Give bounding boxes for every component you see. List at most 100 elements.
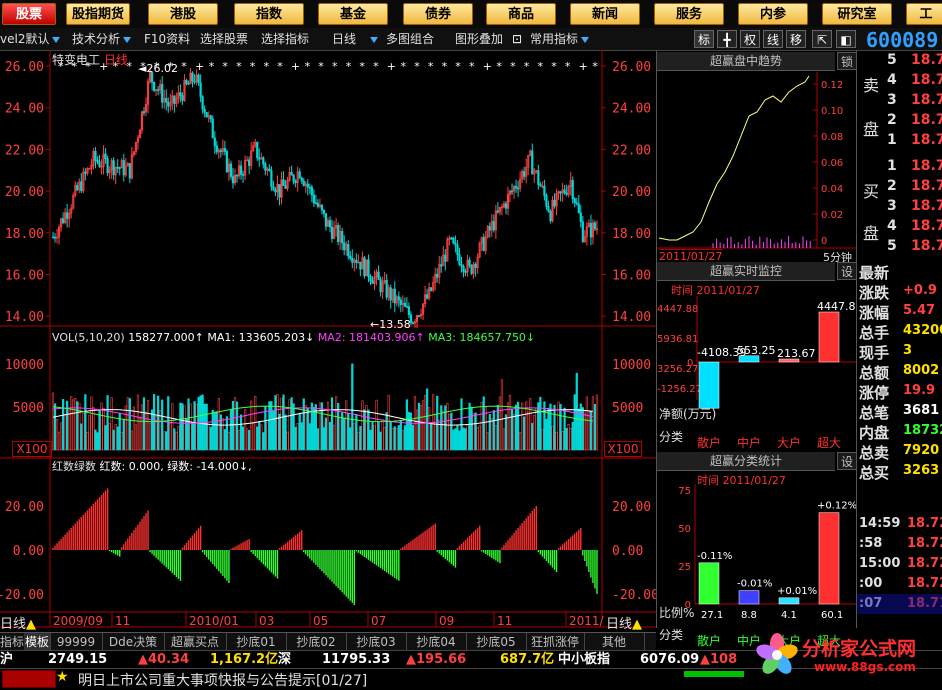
split-view-icon[interactable]: ◧ [836, 30, 856, 48]
volume-bar [304, 404, 307, 451]
buy-level: 1 [887, 158, 897, 174]
tab-0[interactable]: 指标 [0, 633, 25, 651]
candle-body [430, 287, 433, 291]
signal-marker: * [318, 60, 324, 73]
toolbar-overlay[interactable]: 图形叠加 [455, 30, 503, 48]
volume-bar [401, 430, 404, 451]
candle-body [510, 190, 514, 193]
menu-commodities[interactable]: 商品 [486, 3, 556, 25]
toolbar-common-indicators[interactable]: 常用指标 [530, 30, 590, 48]
volume-bar [411, 424, 415, 451]
menu-services[interactable]: 服务 [654, 3, 724, 25]
stats-settings-tab[interactable]: 设 [837, 452, 857, 470]
menu-bonds[interactable]: 债券 [403, 3, 473, 25]
candle-body [589, 223, 593, 238]
candle-body [369, 276, 372, 282]
dropdown-icon [581, 36, 590, 43]
toolbar-select-indicator[interactable]: 选择指标 [261, 30, 309, 48]
volume-bar [187, 398, 190, 451]
toolbar-multi-chart[interactable]: 多图组合 [386, 30, 434, 48]
quote-field-label: 总手 [859, 324, 890, 342]
trend-tick: 0.06 [821, 158, 843, 169]
toolbar-tech-analysis[interactable]: 技术分析 [72, 30, 132, 48]
candle-body [571, 180, 574, 199]
menu-indices[interactable]: 指数 [234, 3, 304, 25]
tab-2[interactable]: 99999 [50, 633, 103, 651]
sell-price: 18.7 [911, 112, 942, 128]
volume-bar [373, 425, 376, 451]
tab-6[interactable]: 抄底02 [286, 633, 347, 651]
news-headline[interactable]: 明日上市公司重大事项快报与公告提示[01/27] [78, 670, 367, 690]
trend-lock-tab[interactable]: 锁 [837, 52, 857, 70]
toolbar-period[interactable]: 日线 [332, 30, 379, 48]
trend-panel-title[interactable]: 超赢盘中趋势 [657, 52, 835, 71]
signal-marker: * [236, 60, 242, 73]
volume-bar [272, 410, 275, 451]
candle-body [553, 199, 556, 207]
tab-10[interactable]: 狂抓涨停 [526, 633, 585, 651]
volume-bar [480, 402, 483, 451]
menu-news[interactable]: 新闻 [570, 3, 640, 25]
lock-icon[interactable]: ⊡ [512, 30, 522, 48]
line-button[interactable]: 线 [763, 30, 783, 48]
fullscreen-icon[interactable]: ⇱ [812, 30, 832, 48]
stats-panel-title[interactable]: 超赢分类统计 [657, 452, 835, 471]
period-badge-left[interactable]: 日线▲ [0, 613, 36, 632]
toolbar-layout[interactable]: vel2默认 [0, 30, 61, 48]
tab-8[interactable]: 抄底04 [406, 633, 467, 651]
menu-stocks[interactable]: 股票 [2, 3, 56, 25]
candle-body [328, 220, 332, 228]
monitor-panel-title[interactable]: 超赢实时监控 [657, 262, 835, 281]
candle-body [355, 259, 358, 263]
volume-bar [514, 404, 518, 451]
volume-bar [294, 426, 297, 451]
tab-5[interactable]: 抄底01 [226, 633, 287, 651]
indicator-bars [52, 488, 598, 605]
move-button[interactable]: 移 [786, 30, 806, 48]
tick-time: :00 [859, 576, 883, 591]
toolbar-f10[interactable]: F10资料 [144, 30, 190, 48]
menu-insider[interactable]: 内参 [738, 3, 808, 25]
candle-body [389, 287, 392, 301]
toolbar-layout-label: vel2默认 [0, 32, 50, 46]
price-tick-left: 18.00 [5, 227, 44, 242]
volume-bar [403, 425, 406, 451]
menu-research[interactable]: 研究室 [822, 3, 892, 25]
menu-funds[interactable]: 基金 [318, 3, 388, 25]
candle-body [579, 212, 582, 223]
monitor-settings-tab[interactable]: 设 [837, 262, 857, 280]
toolbar-select-stock[interactable]: 选择股票 [200, 30, 248, 48]
tab-7[interactable]: 抄底03 [346, 633, 407, 651]
crosshair-button[interactable]: ╋ [717, 30, 737, 48]
volume-bar [496, 405, 499, 451]
candle-body [452, 237, 455, 244]
candle-body [306, 183, 309, 188]
tick-price: 18.72 [907, 516, 942, 531]
candle-body [268, 168, 271, 172]
volume-bar [203, 403, 206, 451]
candle-body [393, 288, 396, 304]
volume-bar [74, 398, 77, 451]
tab-11[interactable]: 其他 [584, 633, 645, 651]
tick-highlight [857, 594, 942, 614]
price-tick-left: 14.00 [5, 310, 44, 325]
stats-pct-label: +0.12% [817, 501, 857, 512]
menu-hk-stocks[interactable]: 港股 [148, 3, 218, 25]
menu-more[interactable]: 工 [906, 3, 942, 25]
mark-button[interactable]: 标 [694, 30, 714, 48]
rights-button[interactable]: 权 [740, 30, 760, 48]
flower-logo-icon [756, 633, 798, 674]
tab-1[interactable]: 模板 [24, 633, 51, 651]
volume-bar [146, 399, 150, 451]
volume-bar [517, 401, 520, 451]
tab-3[interactable]: Dde决策 [102, 633, 165, 651]
candle-body [407, 306, 411, 315]
main-chart[interactable]: * * * + * * * * * * + * * * * * * + * * * * * * + * * * * * * + * * * * * * + *… [0, 50, 656, 632]
menu-index-futures[interactable]: 股指期货 [66, 3, 130, 25]
candle-body [320, 204, 324, 211]
volume-bar [57, 431, 61, 451]
tab-9[interactable]: 抄底05 [466, 633, 527, 651]
volume-bar [254, 396, 257, 451]
tab-4[interactable]: 超赢买点 [164, 633, 227, 651]
period-badge-right[interactable]: 日线▲ [606, 613, 642, 632]
